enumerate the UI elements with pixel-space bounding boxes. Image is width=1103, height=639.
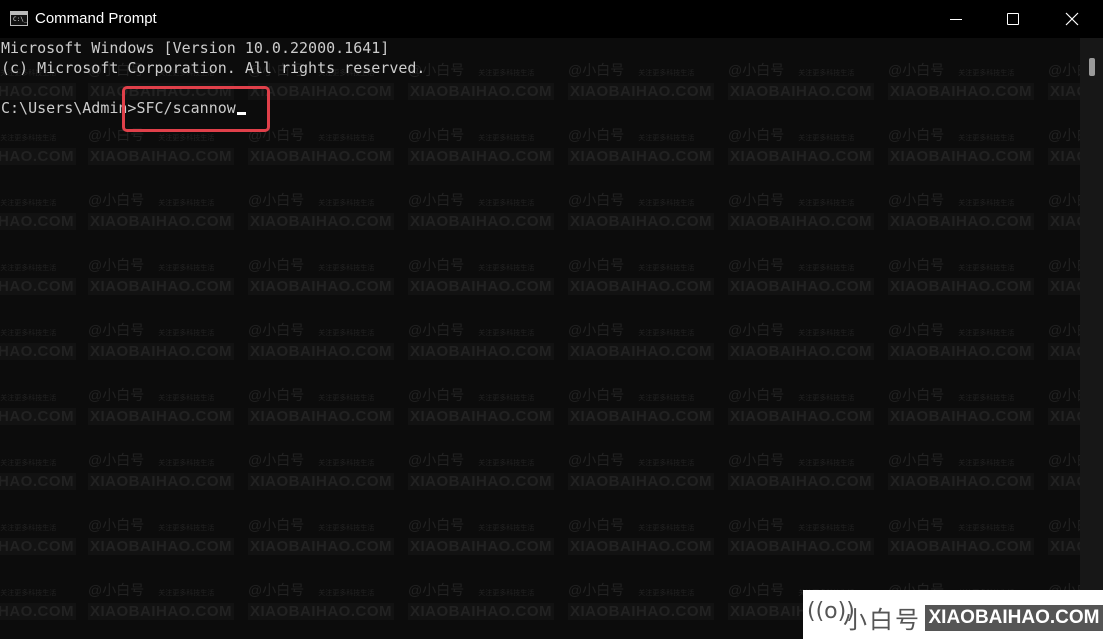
- vertical-scrollbar[interactable]: [1080, 38, 1103, 598]
- window-title: Command Prompt: [35, 10, 157, 27]
- brand-name: 小白号: [843, 606, 921, 634]
- console-line: Microsoft Windows [Version 10.0.22000.16…: [1, 39, 390, 57]
- close-button[interactable]: [1043, 0, 1101, 38]
- command-highlight-box: [122, 86, 270, 132]
- brand-watermark: ((o)) 小白号 XIAOBAIHAO.COM: [803, 590, 1103, 639]
- console-line: (c) Microsoft Corporation. All rights re…: [1, 59, 426, 77]
- brand-site: XIAOBAIHAO.COM: [925, 605, 1103, 631]
- cmd-icon: C:\_: [10, 11, 28, 26]
- scrollbar-thumb[interactable]: [1089, 58, 1095, 76]
- prompt-text: C:\Users\Admin>: [1, 99, 137, 117]
- maximize-button[interactable]: [984, 0, 1042, 38]
- title-bar[interactable]: C:\_ Command Prompt: [0, 0, 1103, 38]
- minimize-button[interactable]: [926, 0, 984, 38]
- close-icon: [1065, 12, 1079, 26]
